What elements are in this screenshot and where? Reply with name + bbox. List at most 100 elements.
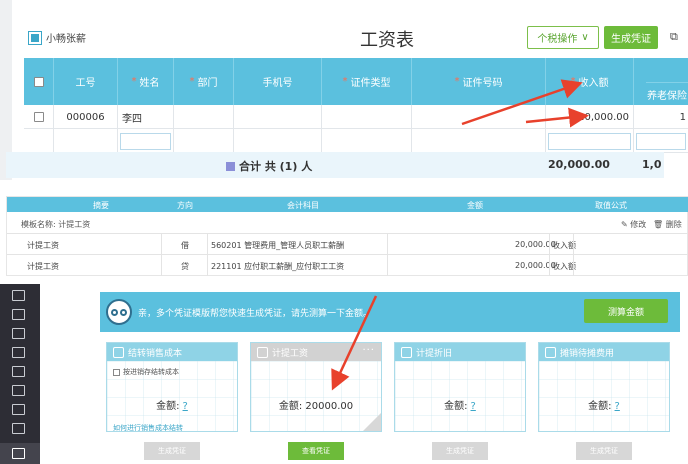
table-row[interactable]: 000006 李四 20,000.00 1 bbox=[24, 105, 688, 129]
new-name-input[interactable] bbox=[120, 132, 171, 150]
row-summary: 计提工资 bbox=[27, 262, 59, 271]
card-salary[interactable]: 计提工资 ··· 金额: 20000.00 bbox=[250, 342, 382, 432]
mascot-icon bbox=[106, 299, 132, 325]
row-select-cell bbox=[24, 105, 54, 129]
voucher-icon[interactable] bbox=[12, 448, 25, 459]
card-amortization[interactable]: 摊销待摊费用 金额:? bbox=[538, 342, 670, 432]
card-header: 计提折旧 bbox=[395, 343, 525, 361]
card-amount: 金额:? bbox=[444, 401, 476, 412]
new-row-blank bbox=[234, 129, 322, 153]
hdr-direction: 方向 bbox=[177, 201, 193, 210]
hdr-formula: 取值公式 bbox=[595, 201, 627, 210]
row-checkbox[interactable] bbox=[33, 112, 44, 122]
row-direction: 借 bbox=[181, 241, 189, 250]
chevron-down-icon: ∨ bbox=[581, 32, 589, 43]
col-id-type: * 证件类型 bbox=[322, 58, 412, 105]
card-amount: 金额:? bbox=[156, 401, 188, 412]
cell-department[interactable] bbox=[174, 105, 234, 129]
col-employee-id: 工号 bbox=[54, 58, 118, 105]
archive-icon[interactable] bbox=[12, 385, 25, 396]
card-grid bbox=[539, 361, 669, 431]
new-row-blank bbox=[54, 129, 118, 153]
view-voucher-button[interactable]: 查看凭证 bbox=[288, 442, 344, 460]
cell-employee-id[interactable]: 000006 bbox=[54, 105, 118, 129]
salary-table-panel: 小畅张薪 工资表 个税操作 ∨ 生成凭证 ⧉ 工号 * 姓名 * 部门 手机号 * 证… bbox=[0, 0, 688, 180]
sales-cost-help-link[interactable]: 如何进行销售成本结转 bbox=[113, 423, 183, 433]
more-icon[interactable]: ··· bbox=[362, 345, 375, 356]
cell-income[interactable]: 20,000.00 bbox=[546, 105, 634, 129]
new-pension-input[interactable] bbox=[636, 132, 686, 150]
card-corner bbox=[363, 413, 381, 431]
col-phone: 手机号 bbox=[234, 58, 322, 105]
col-department: * 部门 bbox=[174, 58, 234, 105]
document-icon[interactable] bbox=[12, 328, 25, 339]
stamp-icon[interactable] bbox=[12, 423, 25, 434]
generate-voucher-button[interactable]: 生成凭证 bbox=[576, 442, 632, 460]
card-amount: 金额:? bbox=[588, 401, 620, 412]
tax-operation-label: 个税操作 bbox=[537, 34, 578, 45]
cell-id-number[interactable] bbox=[412, 105, 546, 129]
card-title: 计提工资 bbox=[272, 348, 309, 359]
generate-voucher-button[interactable]: 生成凭证 bbox=[144, 442, 200, 460]
row-summary: 计提工资 bbox=[27, 241, 59, 250]
table-header: 工号 * 姓名 * 部门 手机号 * 证件类型 * 证件号码 * 收入额 养老保险 bbox=[24, 58, 688, 105]
copy-icon bbox=[401, 346, 412, 358]
new-income-input[interactable] bbox=[548, 132, 631, 150]
card-depreciation[interactable]: 计提折旧 金额:? bbox=[394, 342, 526, 432]
table-row-new bbox=[24, 129, 688, 153]
template-header: 摘要 方向 会计科目 金额 取值公式 bbox=[7, 197, 688, 212]
new-row-blank bbox=[24, 129, 54, 153]
total-pension: 1,0 bbox=[642, 158, 662, 171]
select-all-checkbox[interactable] bbox=[33, 76, 44, 87]
card-grid bbox=[251, 361, 381, 431]
new-income-cell bbox=[546, 129, 634, 153]
cell-id-type[interactable] bbox=[322, 105, 412, 129]
total-label: 合计 共 (1) 人 bbox=[226, 158, 312, 174]
new-row-blank bbox=[412, 129, 546, 153]
inventory-cost-option[interactable]: 按进销存结转成本 bbox=[113, 367, 179, 377]
calculate-amount-button[interactable]: 测算金额 bbox=[584, 299, 668, 323]
generate-voucher-button[interactable]: 生成凭证 bbox=[604, 26, 658, 49]
cell-phone[interactable] bbox=[234, 105, 322, 129]
chart-icon[interactable] bbox=[12, 309, 25, 320]
generate-voucher-button[interactable]: 生成凭证 bbox=[432, 442, 488, 460]
card-grid bbox=[395, 361, 525, 431]
page-title: 工资表 bbox=[360, 30, 414, 51]
voucher-row: 计提工资 借 560201 管理费用_管理人员职工薪酬 20,000.00 收入… bbox=[7, 233, 688, 255]
new-row-blank bbox=[174, 129, 234, 153]
report-icon[interactable] bbox=[12, 366, 25, 377]
delete-button[interactable]: 🗑 删除 bbox=[653, 219, 682, 230]
new-name-cell bbox=[118, 129, 174, 153]
row-direction: 贷 bbox=[181, 262, 189, 271]
template-name: 模板名称: 计提工资 bbox=[21, 220, 91, 229]
col-name: * 姓名 bbox=[118, 58, 174, 105]
select-all-cell bbox=[24, 58, 54, 105]
row-account: 221101 应付职工薪酬_应付职工工资 bbox=[211, 262, 345, 271]
cell-name[interactable]: 李四 bbox=[118, 105, 174, 129]
money-icon bbox=[545, 346, 556, 358]
copy-icon[interactable]: ⧉ bbox=[670, 30, 678, 44]
card-sales-cost[interactable]: 结转销售成本 按进销存结转成本 金额:? 如何进行销售成本结转 bbox=[106, 342, 238, 432]
option-checkbox[interactable] bbox=[113, 368, 120, 376]
hdr-amount: 金额 bbox=[467, 201, 483, 210]
new-row-blank bbox=[322, 129, 412, 153]
card-title: 摊销待摊费用 bbox=[560, 348, 615, 359]
cell-pension[interactable]: 1 bbox=[634, 105, 688, 129]
col-id-number: * 证件号码 bbox=[412, 58, 546, 105]
image-icon[interactable] bbox=[12, 404, 25, 415]
hint-message: 亲，多个凭证模版帮您快速生成凭证，请先测算一下金额。 bbox=[138, 309, 373, 319]
sidebar bbox=[0, 284, 40, 464]
hint-banner: 亲，多个凭证模版帮您快速生成凭证，请先测算一下金额。 测算金额 bbox=[100, 292, 680, 332]
card-amount: 金额: 20000.00 bbox=[278, 401, 354, 412]
row-account: 560201 管理费用_管理人员职工薪酬 bbox=[211, 241, 345, 250]
total-row: 合计 共 (1) 人 20,000.00 1,0 bbox=[6, 152, 664, 178]
brand-name: 小畅张薪 bbox=[46, 34, 86, 45]
ledger-icon[interactable] bbox=[12, 347, 25, 358]
col-pension: 养老保险 bbox=[646, 82, 688, 105]
brand-logo[interactable]: 小畅张薪 bbox=[28, 30, 86, 45]
hdr-account: 会计科目 bbox=[287, 201, 319, 210]
edit-button[interactable]: ✎ 修改 bbox=[621, 219, 646, 230]
upload-icon[interactable] bbox=[12, 290, 25, 301]
tax-operation-button[interactable]: 个税操作 ∨ bbox=[527, 26, 599, 49]
brand-icon bbox=[28, 30, 42, 45]
